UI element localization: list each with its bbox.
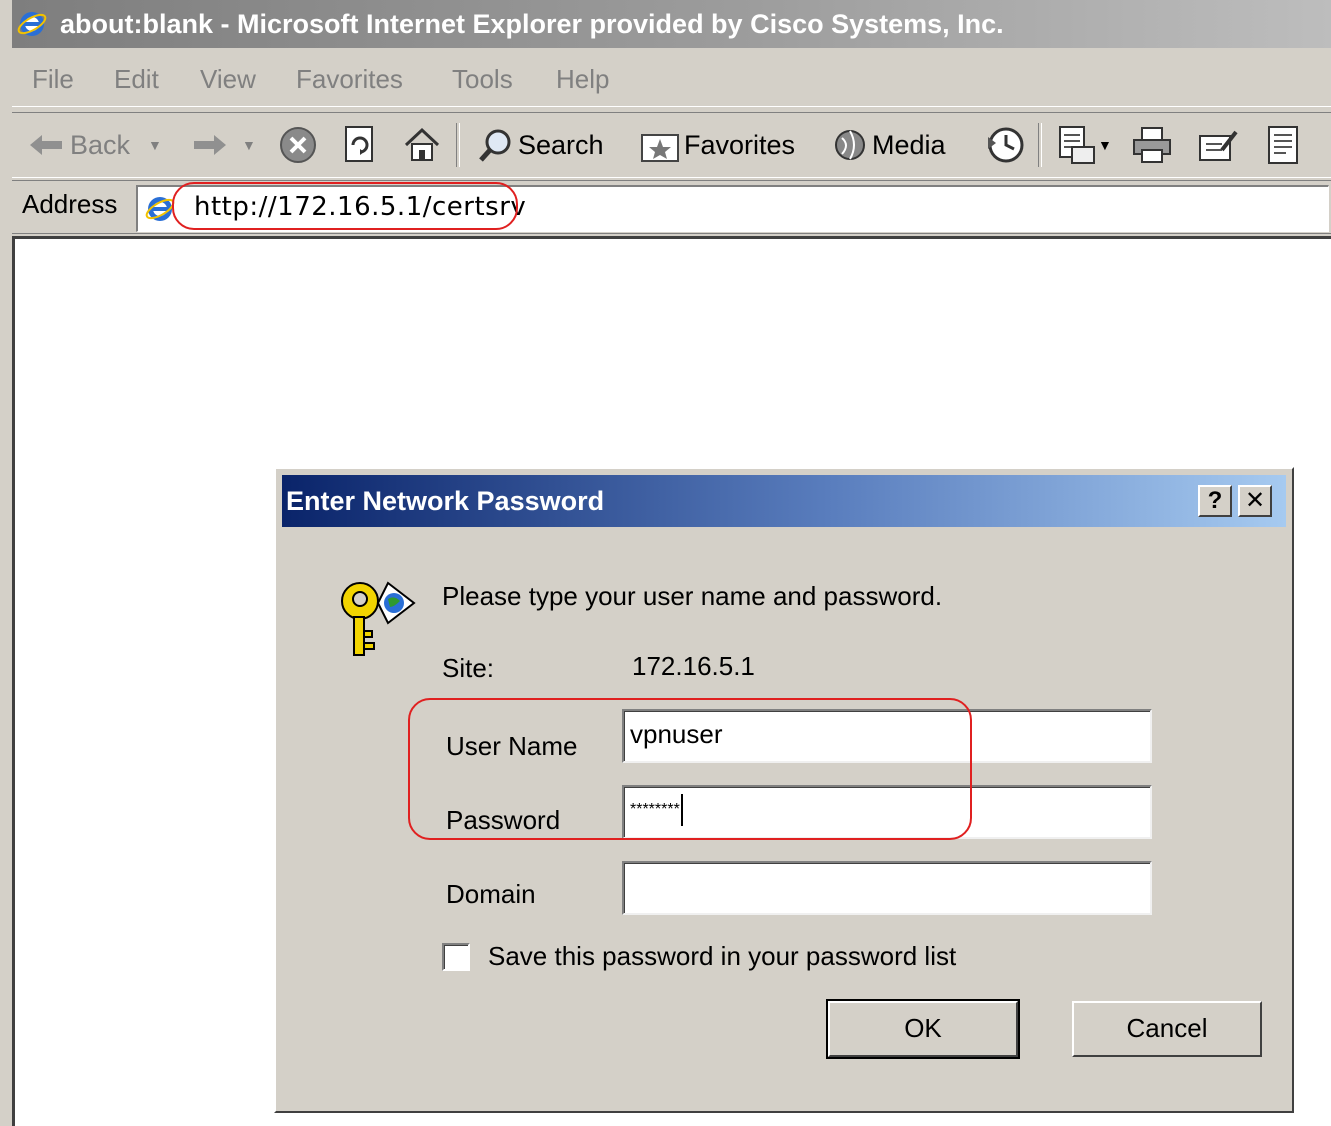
back-button-label: Back xyxy=(70,129,131,160)
dialog-prompt: Please type your user name and password. xyxy=(442,581,943,611)
search-button[interactable]: Search xyxy=(478,125,604,165)
help-button[interactable]: ? xyxy=(1198,485,1232,517)
site-value: 172.16.5.1 xyxy=(632,651,755,681)
mail-icon xyxy=(1059,126,1095,164)
window-title: about:blank - Microsoft Internet Explore… xyxy=(60,9,1004,39)
media-button[interactable]: Media xyxy=(832,125,946,165)
printer-icon xyxy=(1133,127,1171,163)
mail-button[interactable]: ▼ xyxy=(1056,125,1112,165)
forward-button[interactable]: ▼ xyxy=(190,125,256,165)
menu-tools[interactable]: Tools xyxy=(452,64,513,95)
print-button[interactable] xyxy=(1132,125,1172,165)
toolbar: Back ▼ ▼ Search Favorites Media ▼ xyxy=(12,112,1331,178)
forward-arrow-icon xyxy=(194,135,226,155)
home-icon xyxy=(404,127,440,161)
search-icon xyxy=(479,129,511,162)
menu-file[interactable]: File xyxy=(32,64,74,95)
edit-button[interactable] xyxy=(1198,125,1238,165)
close-button[interactable]: ✕ xyxy=(1238,485,1272,517)
search-button-label: Search xyxy=(518,129,604,160)
menu-favorites[interactable]: Favorites xyxy=(296,64,403,95)
save-password-label[interactable]: Save this password in your password list xyxy=(488,941,956,972)
dialog-title-bar[interactable]: Enter Network Password ? ✕ xyxy=(282,475,1286,527)
dialog-title: Enter Network Password xyxy=(286,486,605,516)
document-icon xyxy=(1268,126,1298,164)
refresh-button[interactable] xyxy=(342,125,378,165)
credentials-highlight-annotation xyxy=(408,698,972,840)
history-button[interactable] xyxy=(984,125,1026,165)
back-button[interactable]: Back ▼ xyxy=(28,125,162,165)
url-highlight-annotation xyxy=(172,182,518,230)
save-password-checkbox[interactable] xyxy=(442,943,470,971)
history-icon xyxy=(988,127,1024,163)
chevron-down-icon: ▼ xyxy=(148,137,162,153)
favorites-star-icon xyxy=(641,134,679,162)
ok-button[interactable]: OK xyxy=(826,999,1020,1059)
chevron-down-icon: ▼ xyxy=(1098,137,1112,153)
stop-icon xyxy=(280,127,316,163)
network-password-dialog: Enter Network Password ? ✕ Please type y… xyxy=(274,467,1294,1113)
refresh-icon xyxy=(345,126,373,162)
favorites-button[interactable]: Favorites xyxy=(640,125,795,165)
toolbar-separator xyxy=(1038,123,1042,167)
title-bar[interactable]: about:blank - Microsoft Internet Explore… xyxy=(12,0,1331,48)
toolbar-separator xyxy=(456,123,460,167)
cancel-button[interactable]: Cancel xyxy=(1072,1001,1262,1057)
domain-label: Domain xyxy=(446,879,536,909)
address-label: Address xyxy=(22,189,118,219)
favorites-button-label: Favorites xyxy=(684,129,796,160)
browser-window: about:blank - Microsoft Internet Explore… xyxy=(0,0,1331,1126)
site-label: Site: xyxy=(442,653,495,683)
menu-help[interactable]: Help xyxy=(556,64,609,95)
menu-bar: File Edit View Favorites Tools Help xyxy=(12,56,1331,107)
key-globe-icon xyxy=(341,581,416,656)
stop-button[interactable] xyxy=(278,125,318,165)
media-button-label: Media xyxy=(872,129,946,160)
chevron-down-icon: ▼ xyxy=(242,137,256,153)
discuss-button[interactable] xyxy=(1266,125,1300,165)
edit-icon xyxy=(1199,130,1238,161)
back-arrow-icon xyxy=(30,135,62,155)
menu-edit[interactable]: Edit xyxy=(114,64,159,95)
media-icon xyxy=(835,130,865,160)
ie-logo-icon xyxy=(17,12,47,36)
domain-input[interactable] xyxy=(622,861,1152,915)
home-button[interactable] xyxy=(402,125,442,165)
menu-view[interactable]: View xyxy=(200,64,256,95)
